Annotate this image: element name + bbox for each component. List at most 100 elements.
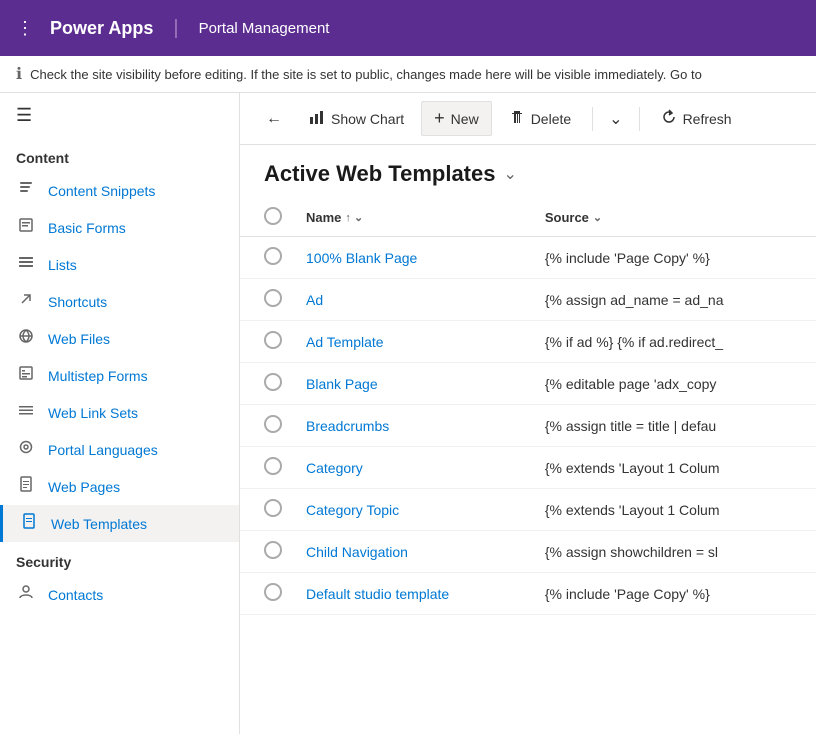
source-sort-control[interactable]: Source ⌄ (545, 210, 800, 225)
show-chart-icon (309, 109, 325, 128)
table-title-chevron-icon[interactable]: ⌄ (503, 164, 516, 184)
row-checkbox-cell[interactable] (240, 489, 290, 531)
row-checkbox[interactable] (264, 247, 282, 265)
row-name-link[interactable]: Ad (306, 292, 323, 308)
show-chart-button[interactable]: Show Chart (296, 102, 417, 135)
name-column-header[interactable]: Name ↑ ⌄ (290, 199, 529, 237)
select-all-checkbox[interactable] (264, 207, 282, 225)
web-templates-label: Web Templates (51, 516, 147, 532)
row-checkbox-cell[interactable] (240, 363, 290, 405)
select-all-header[interactable] (240, 199, 290, 237)
row-checkbox[interactable] (264, 415, 282, 433)
sidebar-item-multistep-forms[interactable]: Multistep Forms (0, 357, 239, 394)
row-checkbox-cell[interactable] (240, 531, 290, 573)
row-name-cell[interactable]: Category Topic (290, 489, 529, 531)
sidebar-item-basic-forms[interactable]: Basic Forms (0, 209, 239, 246)
table-title-row: Active Web Templates ⌄ (240, 145, 816, 199)
row-name-link[interactable]: Category Topic (306, 502, 399, 518)
sidebar-item-web-pages[interactable]: Web Pages (0, 468, 239, 505)
contacts-label: Contacts (48, 587, 103, 603)
sidebar-item-lists[interactable]: Lists (0, 246, 239, 283)
table-row: Ad Template {% if ad %} {% if ad.redirect… (240, 321, 816, 363)
new-button[interactable]: + New (421, 101, 492, 136)
sidebar-item-web-files[interactable]: Web Files (0, 320, 239, 357)
sidebar-item-web-link-sets[interactable]: Web Link Sets (0, 394, 239, 431)
row-checkbox-cell[interactable] (240, 321, 290, 363)
app-title: Power Apps (50, 18, 153, 39)
row-name-cell[interactable]: Child Navigation (290, 531, 529, 573)
basic-forms-label: Basic Forms (48, 220, 126, 236)
delete-button[interactable]: Delete (496, 102, 584, 135)
table-row: Child Navigation{% assign showchildren =… (240, 531, 816, 573)
table-header-row: Name ↑ ⌄ Source ⌄ (240, 199, 816, 237)
show-chart-label: Show Chart (331, 111, 404, 127)
new-icon: + (434, 108, 445, 129)
web-link-sets-icon (16, 402, 36, 423)
row-name-link[interactable]: Ad Template (306, 334, 384, 350)
refresh-icon (661, 109, 677, 128)
row-name-cell[interactable]: Default studio template (290, 573, 529, 615)
grid-icon[interactable]: ⋮ (16, 18, 34, 39)
lists-icon (16, 254, 36, 275)
row-name-link[interactable]: Category (306, 460, 363, 476)
row-name-link[interactable]: Child Navigation (306, 544, 408, 560)
shortcuts-label: Shortcuts (48, 294, 107, 310)
main-layout: ☰ Content Content Snippets Basic Forms L… (0, 93, 816, 734)
delete-icon (509, 109, 525, 128)
row-name-cell[interactable]: Breadcrumbs (290, 405, 529, 447)
row-source-cell: {% if ad %} {% if ad.redirect_ (529, 321, 816, 363)
sidebar-hamburger[interactable]: ☰ (0, 93, 239, 138)
sidebar-section-security: Security (0, 542, 239, 576)
row-checkbox-cell[interactable] (240, 573, 290, 615)
row-name-cell[interactable]: Ad Template (290, 321, 529, 363)
row-checkbox-cell[interactable] (240, 237, 290, 279)
back-button[interactable]: ← (256, 104, 292, 134)
content-snippets-label: Content Snippets (48, 183, 155, 199)
sidebar-item-contacts[interactable]: Contacts (0, 576, 239, 613)
row-name-link[interactable]: 100% Blank Page (306, 250, 417, 266)
lists-label: Lists (48, 257, 77, 273)
back-icon: ← (266, 110, 282, 128)
row-name-link[interactable]: Blank Page (306, 376, 378, 392)
data-table: Name ↑ ⌄ Source ⌄ 100% Blank Pa (240, 199, 816, 615)
row-source-cell: {% extends 'Layout 1 Colum (529, 489, 816, 531)
toolbar-separator-2 (639, 107, 640, 131)
sidebar-item-web-templates[interactable]: Web Templates (0, 505, 239, 542)
row-name-link[interactable]: Breadcrumbs (306, 418, 389, 434)
row-checkbox[interactable] (264, 457, 282, 475)
row-checkbox-cell[interactable] (240, 447, 290, 489)
table-title: Active Web Templates (264, 161, 495, 187)
row-source-cell: {% assign title = title | defau (529, 405, 816, 447)
portal-languages-label: Portal Languages (48, 442, 158, 458)
row-name-link[interactable]: Default studio template (306, 586, 449, 602)
row-checkbox[interactable] (264, 583, 282, 601)
sidebar-item-shortcuts[interactable]: Shortcuts (0, 283, 239, 320)
table-area: Active Web Templates ⌄ Name ↑ ⌄ (240, 145, 816, 734)
chevron-down-icon: ⌄ (609, 111, 622, 128)
row-name-cell[interactable]: Ad (290, 279, 529, 321)
row-name-cell[interactable]: Blank Page (290, 363, 529, 405)
web-templates-icon (19, 513, 39, 534)
row-checkbox[interactable] (264, 541, 282, 559)
row-source-cell: {% editable page 'adx_copy (529, 363, 816, 405)
name-column-label: Name (306, 210, 341, 225)
row-name-cell[interactable]: 100% Blank Page (290, 237, 529, 279)
more-actions-button[interactable]: ⌄ (601, 103, 630, 135)
row-checkbox[interactable] (264, 373, 282, 391)
row-checkbox[interactable] (264, 331, 282, 349)
row-checkbox-cell[interactable] (240, 279, 290, 321)
name-sort-control[interactable]: Name ↑ ⌄ (306, 210, 513, 225)
web-files-label: Web Files (48, 331, 110, 347)
sidebar: ☰ Content Content Snippets Basic Forms L… (0, 93, 240, 734)
row-checkbox[interactable] (264, 499, 282, 517)
sidebar-item-content-snippets[interactable]: Content Snippets (0, 172, 239, 209)
row-name-cell[interactable]: Category (290, 447, 529, 489)
row-source-cell: {% extends 'Layout 1 Colum (529, 447, 816, 489)
row-checkbox-cell[interactable] (240, 405, 290, 447)
row-checkbox[interactable] (264, 289, 282, 307)
refresh-button[interactable]: Refresh (648, 102, 745, 135)
source-column-header[interactable]: Source ⌄ (529, 199, 816, 237)
source-column-label: Source (545, 210, 589, 225)
web-pages-label: Web Pages (48, 479, 120, 495)
sidebar-item-portal-languages[interactable]: Portal Languages (0, 431, 239, 468)
